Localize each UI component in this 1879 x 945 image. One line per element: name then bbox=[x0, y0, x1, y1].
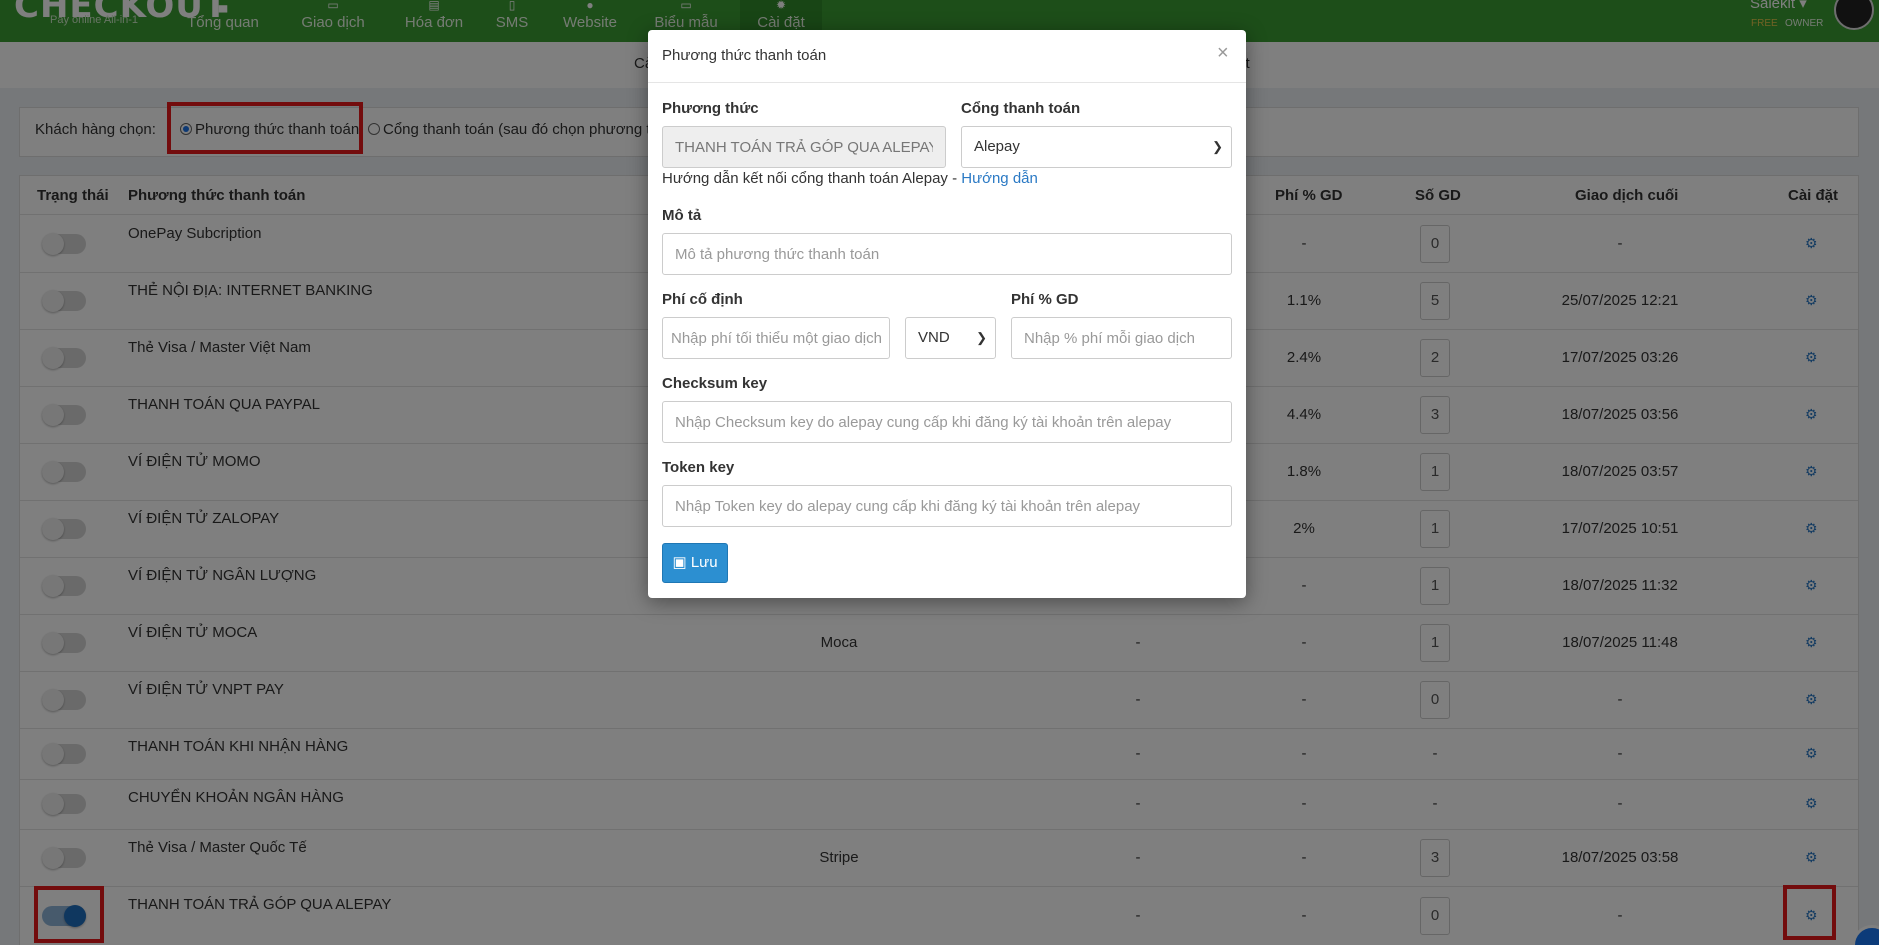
currency-selected: VND bbox=[918, 329, 950, 346]
gateway-label: Cổng thanh toán bbox=[961, 100, 1081, 117]
save-label: Lưu bbox=[690, 554, 718, 571]
method-label: Phương thức bbox=[662, 100, 759, 117]
hint-text: Hướng dẫn kết nối cổng thanh toán Alepay… bbox=[662, 170, 962, 187]
close-icon[interactable]: × bbox=[1217, 42, 1229, 65]
gateway-selected: Alepay bbox=[974, 138, 1020, 155]
currency-select[interactable]: VND ❯ bbox=[905, 317, 996, 359]
chevron-down-icon: ❯ bbox=[976, 330, 987, 345]
token-label: Token key bbox=[662, 459, 735, 476]
gateway-select[interactable]: Alepay ❯ bbox=[961, 126, 1232, 168]
checksum-input[interactable] bbox=[662, 401, 1232, 443]
gateway-hint: Hướng dẫn kết nối cổng thanh toán Alepay… bbox=[662, 170, 1038, 187]
payment-method-modal: Phương thức thanh toán × Phương thức Cổn… bbox=[648, 30, 1246, 598]
fixed-fee-label: Phí cố định bbox=[662, 291, 743, 308]
guide-link[interactable]: Hướng dẫn bbox=[961, 170, 1038, 187]
chevron-down-icon: ❯ bbox=[1212, 139, 1223, 154]
floppy-icon: ▣ bbox=[672, 554, 687, 571]
modal-title: Phương thức thanh toán bbox=[662, 47, 827, 64]
description-input[interactable] bbox=[662, 233, 1232, 275]
method-field[interactable] bbox=[662, 126, 946, 168]
fixed-fee-input[interactable] bbox=[662, 317, 890, 359]
modal-divider bbox=[648, 82, 1246, 83]
checksum-label: Checksum key bbox=[662, 375, 768, 392]
save-button[interactable]: ▣ Lưu bbox=[662, 543, 728, 583]
token-input[interactable] bbox=[662, 485, 1232, 527]
fee-pct-label: Phí % GD bbox=[1011, 291, 1079, 308]
fee-pct-input[interactable] bbox=[1011, 317, 1232, 359]
description-label: Mô tả bbox=[662, 207, 702, 224]
